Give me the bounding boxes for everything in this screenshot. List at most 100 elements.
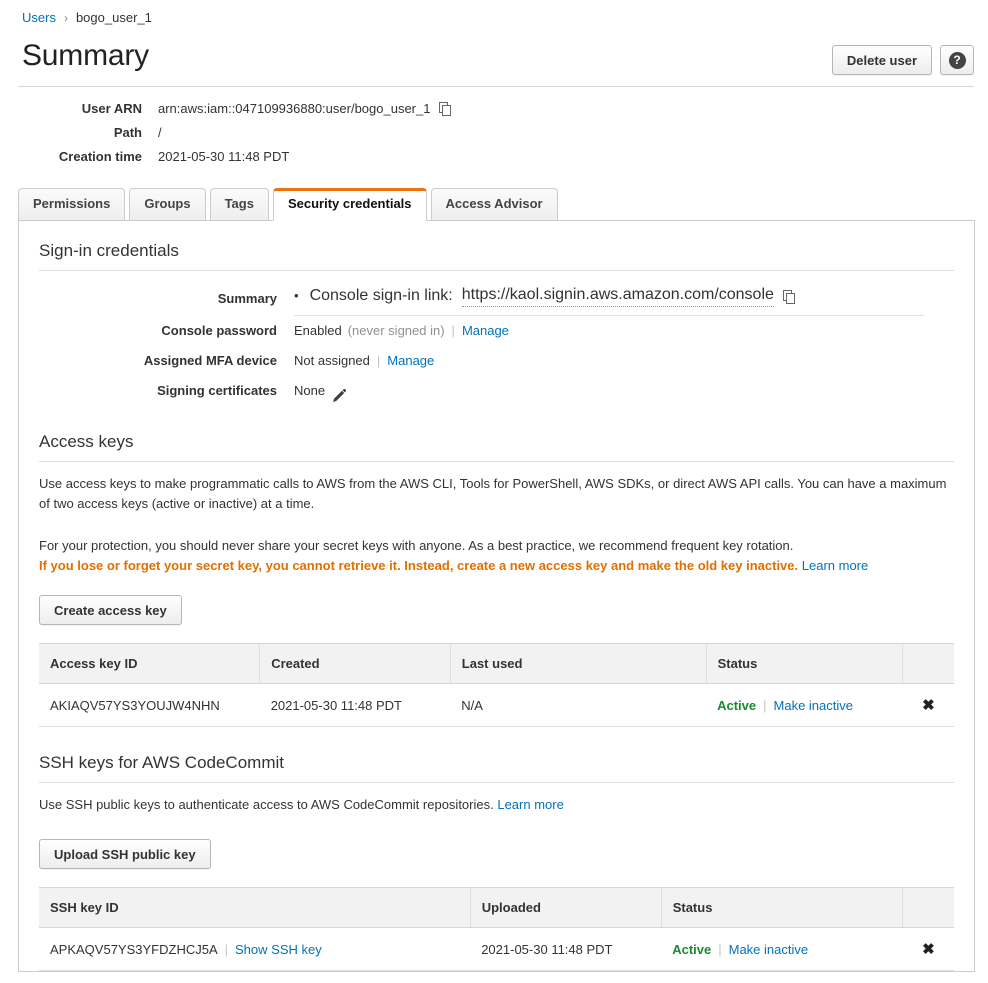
cell-delete: ✖	[902, 683, 954, 727]
detail-row-user-arn: User ARN arn:aws:iam::047109936880:user/…	[0, 101, 988, 116]
page-header: Summary Delete user ?	[0, 25, 988, 75]
access-keys-block: Access keys Use access keys to make prog…	[39, 406, 954, 727]
signin-row-mfa-device: Assigned MFA device Not assigned | Manag…	[39, 346, 954, 376]
signin-row-console-password: Console password Enabled (never signed i…	[39, 316, 954, 346]
access-keys-warning-text: If you lose or forget your secret key, y…	[39, 558, 799, 573]
breadcrumb-separator-icon: ›	[63, 10, 68, 25]
cell-status: Active | Make inactive	[661, 927, 903, 971]
detail-label: User ARN	[81, 101, 142, 116]
console-signin-prefix: Console sign-in link:	[309, 286, 453, 304]
table-row: AKIAQV57YS3YOUJW4NHN 2021-05-30 11:48 PD…	[39, 683, 954, 727]
create-access-key-button[interactable]: Create access key	[39, 595, 182, 625]
signin-row-summary: Summary • Console sign-in link: https://…	[39, 284, 954, 316]
manage-mfa-device-link[interactable]: Manage	[387, 346, 434, 376]
separator-pipe: |	[451, 323, 455, 338]
access-keys-table: Access key ID Created Last used Status A…	[39, 643, 954, 727]
column-delete	[902, 887, 954, 928]
detail-value: 2021-05-30 11:48 PDT	[158, 149, 290, 164]
access-keys-paragraph-1: Use access keys to make programmatic cal…	[39, 476, 947, 511]
console-password-state: Enabled	[294, 323, 342, 338]
section-title-ssh-keys: SSH keys for AWS CodeCommit	[39, 753, 954, 783]
signin-label-console-password: Console password	[161, 323, 277, 338]
header-actions: Delete user ?	[831, 37, 974, 75]
bullet-icon: •	[294, 287, 299, 303]
tab-security-credentials[interactable]: Security credentials	[272, 188, 427, 221]
access-keys-paragraph-2: For your protection, you should never sh…	[39, 538, 794, 553]
cell-delete: ✖	[902, 927, 954, 971]
console-signin-link[interactable]: https://kaol.signin.aws.amazon.com/conso…	[461, 284, 774, 307]
pencil-edit-icon[interactable]	[332, 384, 347, 402]
signin-value-signing-certificates: None	[294, 376, 347, 406]
column-created: Created	[259, 643, 451, 684]
console-password-note: (never signed in)	[347, 323, 445, 338]
separator-pipe: |	[718, 941, 722, 957]
delete-ssh-key-icon[interactable]: ✖	[914, 940, 943, 958]
breadcrumb: Users › bogo_user_1	[0, 0, 988, 25]
breadcrumb-link-users[interactable]: Users	[22, 10, 56, 25]
signing-certificates-state: None	[294, 383, 326, 398]
cell-ssh-key-id: APKAQV57YS3YFDZHCJ5A | Show SSH key	[39, 927, 471, 971]
detail-value: /	[158, 125, 162, 140]
delete-user-button[interactable]: Delete user	[831, 45, 932, 75]
separator-pipe: |	[224, 941, 229, 957]
column-status: Status	[706, 643, 904, 684]
section-title-signin-credentials: Sign-in credentials	[39, 241, 954, 271]
tab-tags[interactable]: Tags	[209, 188, 269, 221]
column-delete	[902, 643, 954, 684]
signin-row-signing-certificates: Signing certificates None	[39, 376, 954, 406]
status-badge: Active	[717, 697, 757, 713]
user-arn-text: arn:aws:iam::047109936880:user/bogo_user…	[158, 101, 431, 116]
cell-status: Active | Make inactive	[706, 683, 903, 727]
cell-last-used: N/A	[450, 683, 707, 727]
detail-value: arn:aws:iam::047109936880:user/bogo_user…	[158, 101, 452, 116]
column-last-used: Last used	[450, 643, 707, 684]
section-title-access-keys: Access keys	[39, 432, 954, 462]
copy-icon[interactable]	[782, 289, 796, 304]
signin-credentials-rows: Summary • Console sign-in link: https://…	[39, 271, 954, 406]
signin-value-console-password: Enabled (never signed in) | Manage	[294, 316, 509, 346]
table-header-row: Access key ID Created Last used Status	[39, 643, 954, 684]
cell-access-key-id: AKIAQV57YS3YOUJW4NHN	[39, 683, 260, 727]
access-keys-learn-more-link[interactable]: Learn more	[802, 558, 868, 573]
summary-details: User ARN arn:aws:iam::047109936880:user/…	[0, 87, 988, 164]
tab-groups[interactable]: Groups	[129, 188, 206, 221]
signin-value-summary: • Console sign-in link: https://kaol.sig…	[294, 284, 954, 316]
manage-console-password-link[interactable]: Manage	[462, 316, 509, 346]
tab-permissions[interactable]: Permissions	[18, 188, 126, 221]
upload-ssh-public-key-button[interactable]: Upload SSH public key	[39, 839, 211, 869]
column-ssh-key-id: SSH key ID	[39, 887, 471, 928]
ssh-keys-learn-more-link[interactable]: Learn more	[497, 797, 563, 812]
ssh-key-id-text: APKAQV57YS3YFDZHCJ5A	[50, 941, 218, 957]
separator-pipe: |	[763, 697, 767, 713]
separator-pipe: |	[376, 353, 381, 368]
ssh-keys-paragraph-text: Use SSH public keys to authenticate acce…	[39, 797, 494, 812]
tab-bar: Permissions Groups Tags Security credent…	[0, 173, 988, 221]
make-inactive-link[interactable]: Make inactive	[729, 942, 808, 957]
table-row: APKAQV57YS3YFDZHCJ5A | Show SSH key 2021…	[39, 927, 954, 971]
signin-label-signing-certificates: Signing certificates	[157, 383, 277, 398]
cell-created: 2021-05-30 11:48 PDT	[259, 683, 451, 727]
signin-label-summary: Summary	[217, 291, 277, 306]
access-keys-warning: If you lose or forget your secret key, y…	[39, 556, 954, 576]
page-title: Summary	[22, 39, 149, 72]
column-status: Status	[661, 887, 904, 928]
signin-value-mfa-device: Not assigned | Manage	[294, 346, 434, 376]
make-inactive-link[interactable]: Make inactive	[774, 698, 853, 713]
detail-row-path: Path /	[0, 125, 988, 140]
question-mark-icon: ?	[948, 51, 966, 69]
signin-label-mfa-device: Assigned MFA device	[143, 353, 277, 368]
breadcrumb-current-user: bogo_user_1	[75, 10, 152, 25]
detail-label: Path	[113, 125, 142, 140]
ssh-keys-actions: Upload SSH public key	[39, 815, 954, 869]
column-uploaded: Uploaded	[470, 887, 662, 928]
copy-icon[interactable]	[439, 101, 452, 116]
table-header-row: SSH key ID Uploaded Status	[39, 887, 954, 928]
mfa-device-state: Not assigned	[294, 353, 370, 368]
show-ssh-key-link[interactable]: Show SSH key	[235, 942, 322, 957]
ssh-keys-block: SSH keys for AWS CodeCommit Use SSH publ…	[39, 727, 954, 971]
delete-access-key-icon[interactable]: ✖	[914, 696, 943, 714]
detail-row-creation-time: Creation time 2021-05-30 11:48 PDT	[0, 149, 988, 164]
ssh-keys-table: SSH key ID Uploaded Status APKAQV57YS3YF…	[39, 887, 954, 971]
tab-access-advisor[interactable]: Access Advisor	[430, 188, 558, 221]
help-button[interactable]: ?	[940, 45, 974, 75]
